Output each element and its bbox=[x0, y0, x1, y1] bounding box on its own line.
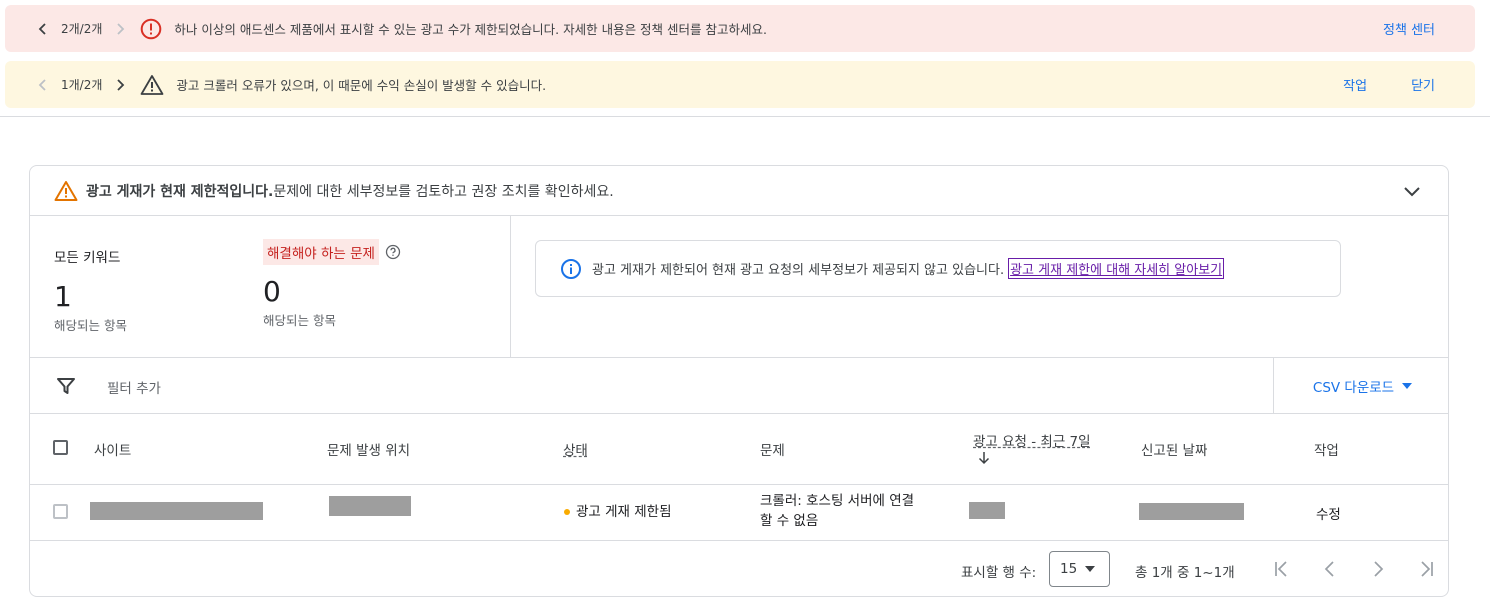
col-site[interactable]: 사이트 bbox=[94, 439, 131, 459]
policy-banner: 2개/2개 하나 이상의 애드센스 제품에서 표시할 수 있는 광고 수가 제한… bbox=[5, 5, 1475, 52]
chevron-down-icon[interactable] bbox=[1402, 181, 1422, 201]
col-reported-date[interactable]: 신고된 날짜 bbox=[1141, 439, 1207, 459]
dropdown-arrow-icon bbox=[1085, 566, 1096, 572]
filter-bar: 필터 추가 CSV 다운로드 bbox=[30, 357, 1448, 414]
crawler-banner: 1개/2개 광고 크롤러 오류가 있으며, 이 때문에 수익 손실이 발생할 수… bbox=[5, 61, 1475, 108]
col-ad-requests[interactable]: 광고 요청 - 최근 7일 bbox=[973, 430, 1091, 450]
divider bbox=[30, 484, 1448, 485]
banner-message: 광고 크롤러 오류가 있으며, 이 때문에 수익 손실이 발생할 수 있습니다. bbox=[176, 78, 547, 93]
pagination-range: 총 1개 중 1~1개 bbox=[1135, 565, 1235, 581]
limited-serving-card: 광고 게재가 현재 제한적입니다. 문제에 대한 세부정보를 검토하고 권장 조… bbox=[29, 165, 1449, 597]
prev-page-icon[interactable] bbox=[1320, 559, 1340, 579]
error-icon bbox=[140, 18, 162, 40]
stat-label: 모든 키워드 bbox=[54, 250, 121, 266]
sort-arrow-down-icon[interactable] bbox=[977, 450, 991, 466]
rows-per-page-label: 표시할 행 수: bbox=[961, 565, 1037, 581]
status-text: 광고 게재 제한됨 bbox=[576, 504, 672, 520]
learn-more-link[interactable]: 광고 게재 제한에 대해 자세히 알아보기 bbox=[1008, 258, 1225, 279]
stat-sub: 해당되는 항목 bbox=[263, 313, 336, 328]
redacted-date bbox=[1139, 503, 1244, 520]
row-checkbox[interactable] bbox=[53, 504, 68, 519]
chevron-right-icon[interactable] bbox=[110, 75, 130, 95]
banner-message: 하나 이상의 애드센스 제품에서 표시할 수 있는 광고 수가 제한되었습니다.… bbox=[174, 22, 767, 37]
stat-label: 해결해야 하는 문제 bbox=[263, 239, 379, 265]
info-box: 광고 게재가 제한되어 현재 광고 요청의 세부정보가 제공되지 않고 있습니다… bbox=[535, 240, 1341, 297]
first-page-icon[interactable] bbox=[1272, 559, 1292, 579]
filter-input[interactable]: 필터 추가 bbox=[107, 377, 161, 397]
policy-center-link[interactable]: 정책 센터 bbox=[1383, 19, 1435, 38]
status-cell: 광고 게재 제한됨 bbox=[564, 500, 672, 520]
col-location[interactable]: 문제 발생 위치 bbox=[327, 439, 410, 459]
csv-label: CSV 다운로드 bbox=[1312, 379, 1395, 396]
col-issue[interactable]: 문제 bbox=[760, 439, 785, 459]
next-page-icon[interactable] bbox=[1368, 559, 1388, 579]
fix-link[interactable]: 수정 bbox=[1316, 503, 1341, 523]
stat-all-keywords[interactable]: 모든 키워드 1 해당되는 항목 bbox=[54, 246, 127, 334]
info-icon bbox=[560, 258, 582, 280]
card-title: 광고 게재가 현재 제한적입니다. bbox=[86, 183, 274, 200]
warning-icon bbox=[54, 180, 78, 202]
status-dot bbox=[564, 509, 570, 515]
card-header[interactable]: 광고 게재가 현재 제한적입니다. 문제에 대한 세부정보를 검토하고 권장 조… bbox=[30, 166, 1448, 216]
stat-sub: 해당되는 항목 bbox=[54, 318, 127, 333]
issue-cell: 크롤러: 호스팅 서버에 연결 할 수 없음 bbox=[760, 491, 914, 531]
select-all-checkbox[interactable] bbox=[53, 440, 68, 455]
card-subtitle: 문제에 대한 세부정보를 검토하고 권장 조치를 확인하세요. bbox=[273, 183, 614, 200]
redacted-requests bbox=[969, 502, 1005, 519]
stat-value: 1 bbox=[54, 280, 72, 313]
stat-value: 0 bbox=[263, 275, 281, 308]
csv-download-button[interactable]: CSV 다운로드 bbox=[1273, 358, 1448, 413]
chevron-left-icon[interactable] bbox=[33, 19, 53, 39]
col-action: 작업 bbox=[1314, 443, 1339, 459]
redacted-site bbox=[90, 502, 263, 520]
filter-icon[interactable] bbox=[56, 377, 76, 395]
warning-icon bbox=[140, 74, 164, 96]
chevron-right-icon[interactable] bbox=[110, 19, 130, 39]
action-link[interactable]: 작업 bbox=[1343, 75, 1367, 94]
issue-text-line: 할 수 없음 bbox=[760, 513, 819, 529]
dismiss-link[interactable]: 닫기 bbox=[1411, 75, 1435, 94]
chevron-left-icon[interactable] bbox=[33, 75, 53, 95]
dropdown-arrow-icon bbox=[1402, 382, 1413, 389]
stat-issues[interactable]: 해결해야 하는 문제 0 해당되는 항목 bbox=[263, 239, 401, 329]
stats-panel: 모든 키워드 1 해당되는 항목 해결해야 하는 문제 0 해당되는 항목 bbox=[30, 215, 511, 357]
rows-per-page-select[interactable]: 15 bbox=[1049, 551, 1110, 587]
info-text: 광고 게재가 제한되어 현재 광고 요청의 세부정보가 제공되지 않고 있습니다… bbox=[592, 263, 1005, 278]
issue-text-line: 크롤러: 호스팅 서버에 연결 bbox=[760, 493, 915, 509]
divider bbox=[0, 116, 1490, 117]
banner-counter: 1개/2개 bbox=[61, 78, 103, 92]
redacted-location bbox=[329, 496, 411, 516]
help-icon[interactable] bbox=[385, 244, 401, 260]
last-page-icon[interactable] bbox=[1416, 559, 1436, 579]
col-status[interactable]: 상태 bbox=[563, 439, 588, 459]
rows-per-page-value: 15 bbox=[1060, 561, 1078, 577]
banner-counter: 2개/2개 bbox=[61, 22, 103, 36]
divider bbox=[30, 540, 1448, 541]
